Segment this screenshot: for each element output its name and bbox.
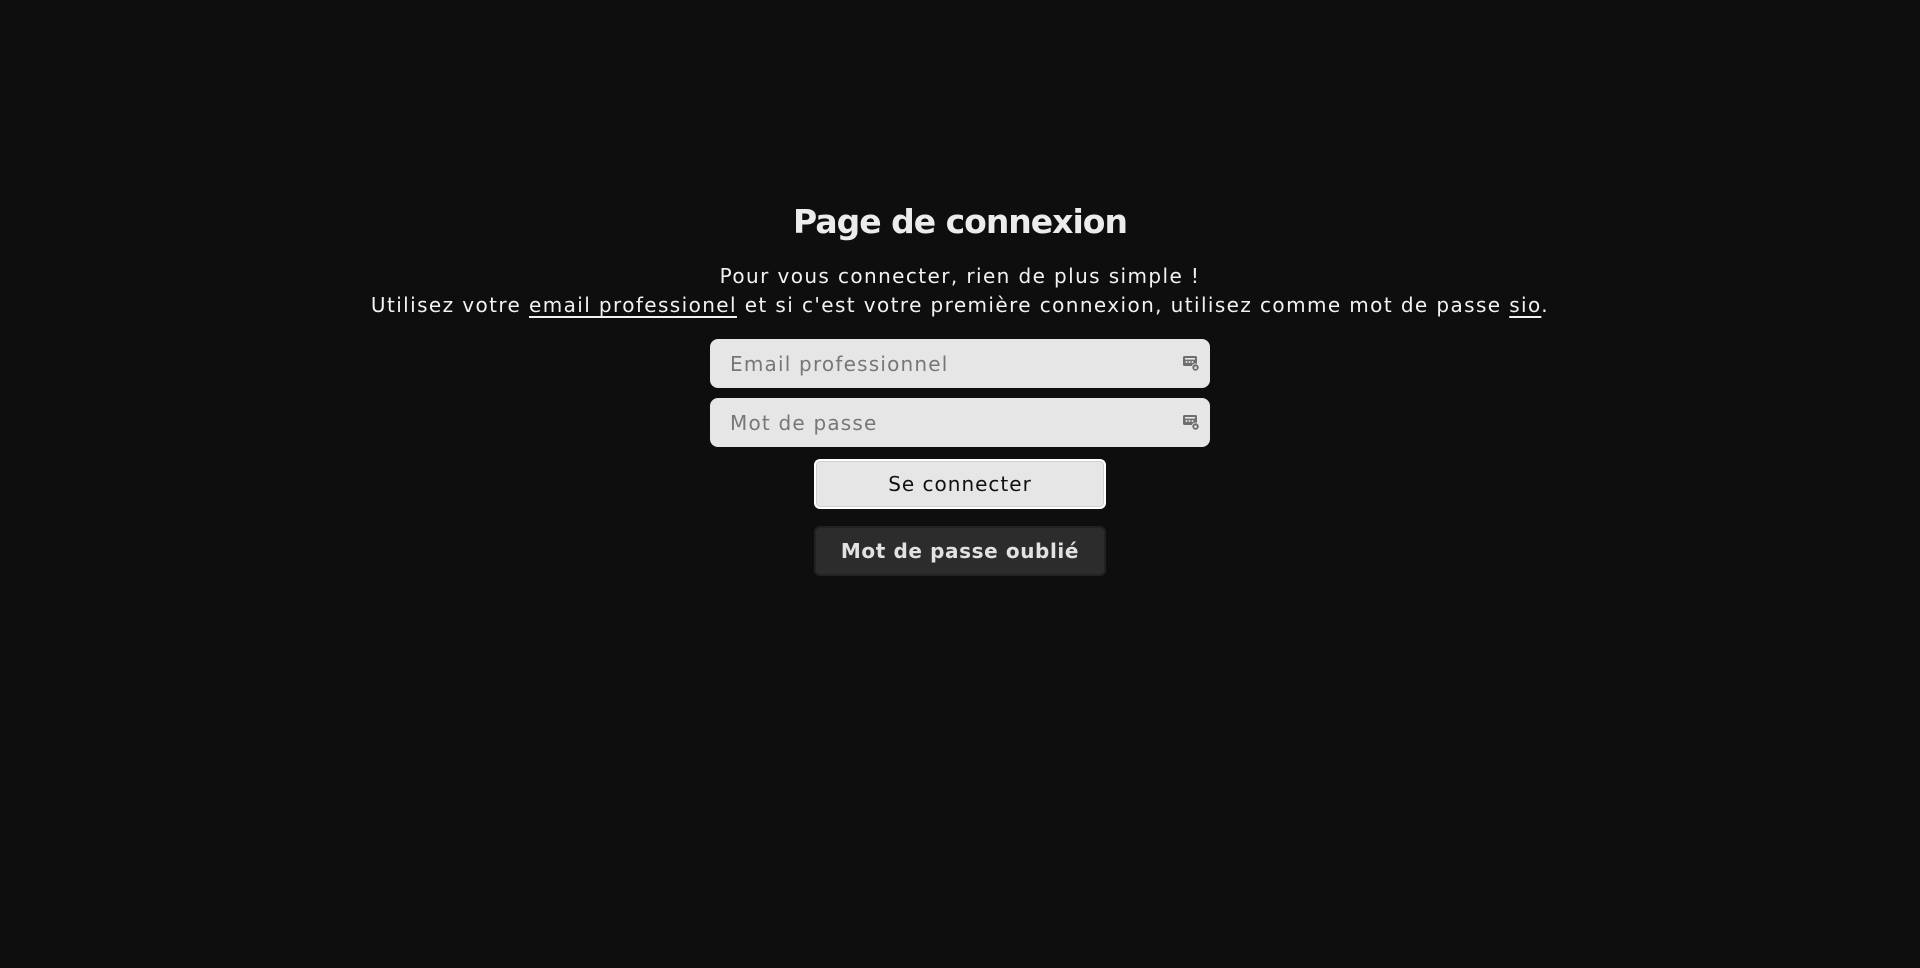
- page-title: Page de connexion: [793, 202, 1128, 241]
- intro-line-2-part-1: Utilisez votre: [370, 293, 530, 317]
- password-manager-autofill-icon[interactable]: [1182, 413, 1200, 431]
- intro-line-2-part-3: .: [1541, 293, 1550, 317]
- default-password-hint-underlined: sio: [1509, 293, 1542, 317]
- password-field-wrapper: [710, 398, 1210, 447]
- intro-line-1: Pour vous connecter, rien de plus simple…: [719, 264, 1201, 288]
- login-panel: Page de connexion Pour vous connecter, r…: [0, 198, 1920, 576]
- password-field[interactable]: [710, 398, 1210, 447]
- email-hint-underlined: email professionel: [529, 293, 737, 317]
- intro-text: Pour vous connecter, rien de plus simple…: [371, 262, 1549, 320]
- email-field-wrapper: [710, 339, 1210, 388]
- intro-line-2: Utilisez votre email professionel et si …: [371, 291, 1549, 320]
- login-button[interactable]: Se connecter: [814, 459, 1106, 509]
- intro-line-2-part-2: et si c'est votre première connexion, ut…: [736, 293, 1510, 317]
- forgot-password-button[interactable]: Mot de passe oublié: [814, 526, 1106, 576]
- login-page: Page de connexion Pour vous connecter, r…: [0, 0, 1920, 968]
- email-field[interactable]: [710, 339, 1210, 388]
- password-manager-autofill-icon[interactable]: [1182, 354, 1200, 372]
